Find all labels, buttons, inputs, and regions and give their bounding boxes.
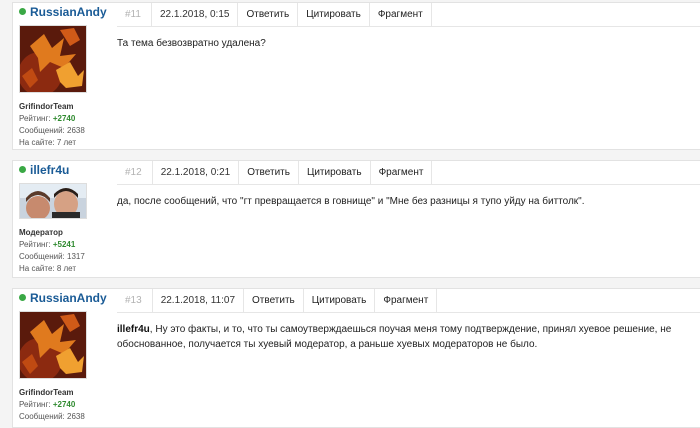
- fragment-button[interactable]: Фрагмент: [369, 161, 433, 184]
- autumn-leaves-avatar-icon: [20, 26, 86, 92]
- post-text: да, после сообщений, что "гт превращаетс…: [117, 196, 585, 207]
- reply-button[interactable]: Ответить: [238, 161, 298, 184]
- reply-button[interactable]: Ответить: [237, 3, 297, 26]
- online-status-icon: [19, 294, 26, 301]
- autumn-leaves-avatar-icon: [20, 312, 86, 378]
- post-text-content: , Ну это факты, и то, что ты самоутвержд…: [117, 324, 672, 350]
- author-name-link[interactable]: RussianAndy: [19, 291, 117, 305]
- quoted-username-link[interactable]: illefr4u: [117, 324, 150, 335]
- author-meta: Модератор Рейтинг: +5241 Сообщений: 1317…: [19, 227, 117, 275]
- post-number[interactable]: #11: [117, 3, 151, 26]
- fragment-button[interactable]: Фрагмент: [374, 289, 438, 312]
- author-name[interactable]: RussianAndy: [30, 5, 107, 19]
- avatar[interactable]: [19, 183, 87, 219]
- author-rating: Рейтинг: +5241: [19, 239, 117, 251]
- author-name-link[interactable]: RussianAndy: [19, 5, 117, 19]
- post-header: #13 22.1.2018, 11:07 Ответить Цитировать…: [117, 289, 700, 313]
- post-header: #11 22.1.2018, 0:15 Ответить Цитировать …: [117, 3, 700, 27]
- rating-label: Рейтинг:: [19, 114, 51, 123]
- quote-button[interactable]: Цитировать: [297, 3, 369, 26]
- online-status-icon: [19, 166, 26, 173]
- author-name[interactable]: illefr4u: [30, 163, 69, 177]
- author-meta: GrifindorTeam Рейтинг: +2740 Сообщений: …: [19, 387, 117, 423]
- post-text: Та тема безвозвратно удалена?: [117, 38, 266, 49]
- author-name[interactable]: RussianAndy: [30, 291, 107, 305]
- forum-post: illefr4u Модератор Рейтинг: +5241 Сообще…: [12, 160, 700, 278]
- author-messages: Сообщений: 2638: [19, 126, 85, 135]
- post-number[interactable]: #13: [117, 289, 152, 312]
- forum-post: RussianAndy GrifindorTeam Рейтинг: +2740…: [12, 288, 700, 428]
- rating-label: Рейтинг:: [19, 400, 51, 409]
- author-group: Модератор: [19, 228, 63, 237]
- rating-value: +5241: [52, 240, 76, 249]
- author-rating: Рейтинг: +2740: [19, 399, 117, 411]
- reply-button[interactable]: Ответить: [243, 289, 303, 312]
- post-date: 22.1.2018, 0:15: [150, 3, 238, 26]
- author-onsite: На сайте: 7 лет: [19, 138, 77, 147]
- person-photo-avatar-icon: [20, 184, 86, 218]
- post-author-panel: illefr4u Модератор Рейтинг: +5241 Сообще…: [13, 161, 117, 277]
- avatar[interactable]: [19, 25, 87, 93]
- author-messages: Сообщений: 2638: [19, 412, 85, 421]
- post-text: illefr4u, Ну это факты, и то, что ты сам…: [117, 322, 692, 352]
- post-date: 22.1.2018, 0:21: [151, 161, 239, 184]
- post-number[interactable]: #12: [117, 161, 152, 184]
- quote-button[interactable]: Цитировать: [302, 289, 375, 312]
- online-status-icon: [19, 8, 26, 15]
- author-meta: GrifindorTeam Рейтинг: +2740 Сообщений: …: [19, 101, 117, 149]
- forum-post: RussianAndy GrifindorTeam Рейтинг: +2740…: [12, 2, 700, 150]
- post-header: #12 22.1.2018, 0:21 Ответить Цитировать …: [117, 161, 700, 185]
- author-group: GrifindorTeam: [19, 388, 74, 397]
- author-group: GrifindorTeam: [19, 102, 74, 111]
- author-name-link[interactable]: illefr4u: [19, 163, 117, 177]
- avatar[interactable]: [19, 311, 87, 379]
- author-messages: Сообщений: 1317: [19, 252, 85, 261]
- post-author-panel: RussianAndy GrifindorTeam Рейтинг: +2740…: [13, 289, 117, 427]
- author-rating: Рейтинг: +2740: [19, 113, 117, 125]
- post-author-panel: RussianAndy GrifindorTeam Рейтинг: +2740…: [13, 3, 117, 149]
- rating-value: +2740: [52, 114, 76, 123]
- rating-value: +2740: [52, 400, 76, 409]
- rating-label: Рейтинг:: [19, 240, 51, 249]
- author-onsite: На сайте: 8 лет: [19, 264, 77, 273]
- fragment-button[interactable]: Фрагмент: [368, 3, 432, 26]
- post-date: 22.1.2018, 11:07: [151, 289, 243, 312]
- quote-button[interactable]: Цитировать: [297, 161, 370, 184]
